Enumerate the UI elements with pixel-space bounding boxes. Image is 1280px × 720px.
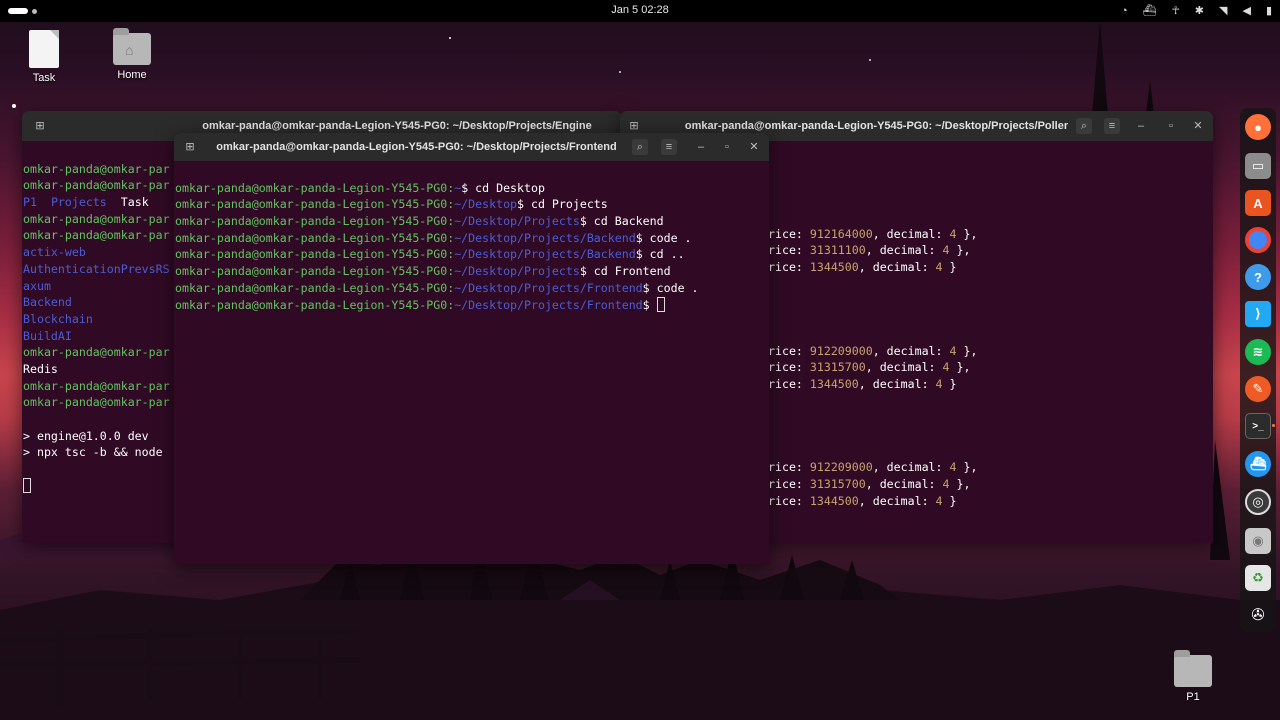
search-icon[interactable]: ⌕ [1076,118,1092,134]
maximize-icon[interactable]: ▫ [719,139,735,155]
desktop-folder-home[interactable]: ⌂ Home [102,28,162,81]
terminal-line: omkar-panda@omkar-panda-Legion-Y545-PG0:… [175,214,664,229]
spotify-icon[interactable]: ≋ [1245,339,1271,365]
new-tab-icon[interactable]: ⊞ [182,139,198,155]
dock: ● ▭ A ? ⟩ ≋ ✎ >_ ⛴ ◎ ◉ ♻ ✇ [1240,108,1276,632]
close-icon[interactable]: ✕ [746,139,762,155]
terminal-cursor [23,477,31,493]
show-apps-icon[interactable]: ✇ [1245,602,1271,628]
volume-icon[interactable]: ◀ [1242,3,1250,19]
battery-icon[interactable]: ▮ [1266,3,1272,19]
system-tray[interactable]: ◔ ⛴ ☥ ✱ ◥ ◀ ▮ [1121,3,1272,19]
terminal-line: omkar-panda@omkar-panda-Legion-Y545-PG0:… [175,197,608,212]
home-folder-icon: ⌂ [113,28,151,65]
terminal-window-frontend[interactable]: ⊞ omkar-panda@omkar-panda-Legion-Y545-PG… [174,133,769,564]
minimize-icon[interactable]: – [1133,118,1149,134]
folder-icon [1174,650,1212,687]
window-title: omkar-panda@omkar-panda-Legion-Y545-PG0:… [216,141,617,153]
document-icon [29,30,59,68]
accessibility-icon[interactable]: ☥ [1172,3,1180,19]
close-icon[interactable]: ✕ [1190,118,1206,134]
bluetooth-icon[interactable]: ✱ [1195,3,1204,19]
desktop-icon-label: Task [32,72,56,84]
terminal-line: omkar-panda@omkar-panda-Legion-Y545-PG0:… [175,247,685,262]
obs-icon[interactable]: ◎ [1245,489,1271,515]
terminal-line: omkar-panda@omkar-panda-Legion-Y545-PG0:… [175,264,671,279]
vscode-icon[interactable]: ⟩ [1245,301,1271,327]
chrome-icon[interactable] [1245,227,1271,253]
clock[interactable]: Jan 5 02:28 [0,4,1280,16]
search-icon[interactable]: ⌕ [632,139,648,155]
files-icon[interactable]: ▭ [1245,153,1271,179]
disk-icon[interactable]: ◉ [1245,528,1271,554]
minimize-icon[interactable]: – [693,139,709,155]
terminal-prompt-line[interactable]: omkar-panda@omkar-panda-Legion-Y545-PG0:… [175,296,769,314]
terminal-titlebar[interactable]: ⊞ omkar-panda@omkar-panda-Legion-Y545-PG… [174,133,769,161]
wifi-icon[interactable]: ◥ [1219,3,1227,19]
window-title: omkar-panda@omkar-panda-Legion-Y545-PG0:… [202,120,592,132]
desktop-file-task[interactable]: Task [14,30,74,84]
postman-icon[interactable]: ✎ [1245,376,1271,402]
terminal-line: omkar-panda@omkar-panda-Legion-Y545-PG0:… [175,180,545,195]
hamburger-menu-icon[interactable]: ≡ [1104,118,1120,134]
terminal-cursor [656,296,665,312]
docker-tray-icon[interactable]: ⛴ [1143,3,1157,19]
desktop-icon-label: P1 [1186,691,1200,703]
terminal-output[interactable]: omkar-panda@omkar-panda-Legion-Y545-PG0:… [174,161,769,347]
hamburger-menu-icon[interactable]: ≡ [661,139,677,155]
desktop-folder-p1[interactable]: P1 [1163,650,1223,703]
running-indicator [1272,424,1275,427]
terminal-line: omkar-panda@omkar-panda-Legion-Y545-PG0:… [175,230,692,245]
maximize-icon[interactable]: ▫ [1163,118,1179,134]
app-center-icon[interactable]: A [1245,190,1271,216]
top-bar: Jan 5 02:28 ◔ ⛴ ☥ ✱ ◥ ◀ ▮ [0,0,1280,22]
docker-icon[interactable]: ⛴ [1245,451,1271,477]
new-tab-icon[interactable]: ⊞ [32,118,48,134]
trash-icon[interactable]: ♻ [1245,565,1271,591]
terminal-icon[interactable]: >_ [1245,413,1271,439]
firefox-icon[interactable]: ● [1245,114,1271,140]
new-tab-icon[interactable]: ⊞ [626,118,642,134]
window-title: omkar-panda@omkar-panda-Legion-Y545-PG0:… [684,120,1069,132]
desktop-icon-label: Home [117,69,147,81]
chrome-tray-icon[interactable]: ◔ [1121,3,1128,19]
help-icon[interactable]: ? [1245,264,1271,290]
terminal-line: omkar-panda@omkar-panda-Legion-Y545-PG0:… [175,280,699,295]
